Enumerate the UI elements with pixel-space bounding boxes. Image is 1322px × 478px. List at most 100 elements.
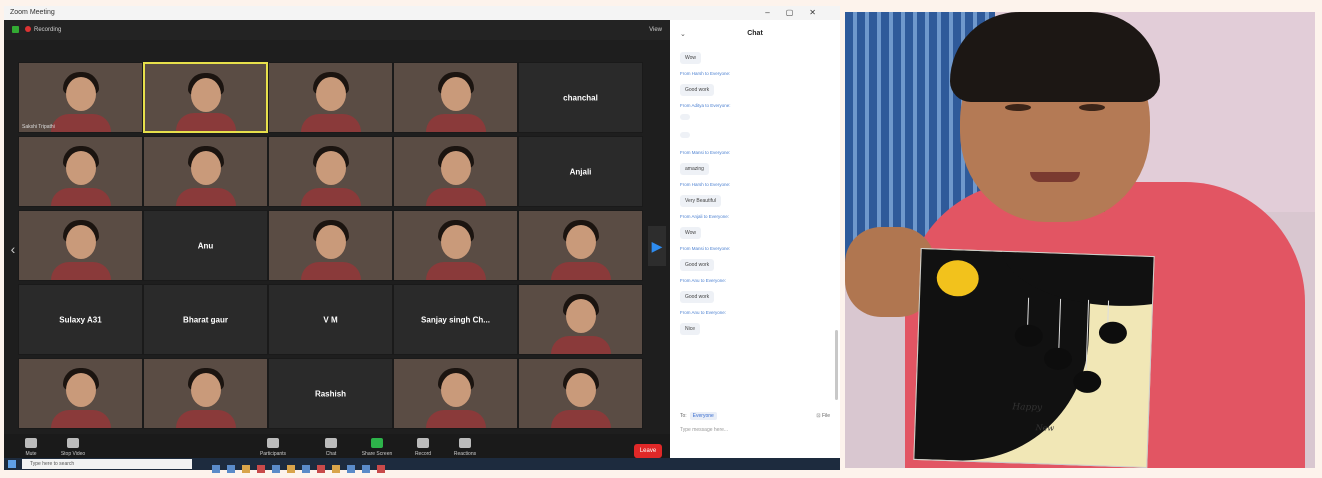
zoom-window: Zoom Meeting –▢✕ Recording View ‹ ▶ Saks… [4, 6, 840, 468]
participant-body [175, 188, 236, 206]
stop-video-label: Stop Video [60, 451, 86, 457]
participant-face [190, 151, 221, 185]
participant-tile[interactable] [143, 358, 268, 429]
chat-button[interactable]: Chat [312, 438, 350, 457]
participant-tile[interactable] [18, 358, 143, 429]
participant-tile[interactable]: chanchal [518, 62, 643, 133]
participant-tile[interactable]: Sakshi Tripathi [18, 62, 143, 133]
previous-page-arrow-icon[interactable]: ‹ [8, 234, 18, 264]
participant-tile[interactable]: Anu [143, 210, 268, 281]
chat-recipient[interactable]: To: Everyone [680, 412, 830, 420]
participant-gallery: Sakshi Tripathi chanchal Anjali Anu Sulaxy A… [18, 62, 646, 434]
participant-body [50, 188, 111, 206]
participant-tile[interactable] [268, 210, 393, 281]
file-button[interactable]: ⊡ File [816, 413, 830, 419]
participant-tile[interactable] [518, 358, 643, 429]
participant-tile[interactable]: Sanjay singh Ch... [393, 284, 518, 355]
participant-tile[interactable] [518, 284, 643, 355]
chat-bubble: Good work [680, 259, 715, 271]
microphone-icon [25, 438, 37, 448]
chat-message: From Mansi to Everyone: Good work [680, 246, 830, 274]
participant-body [550, 410, 611, 428]
participant-tile[interactable] [18, 210, 143, 281]
chat-sender: From Mansi to Everyone: [680, 246, 731, 251]
chat-message: From Mansi to Everyone: amazing [680, 150, 830, 178]
black-heart [1098, 321, 1128, 345]
participant-name: Rashish [314, 389, 347, 398]
chrome-icon[interactable] [377, 465, 385, 473]
participant-name: Sanjay singh Ch... [421, 315, 490, 324]
participant-tile[interactable] [393, 358, 518, 429]
stop-video-button[interactable]: Stop Video [54, 438, 92, 457]
left-eye [1005, 104, 1031, 111]
recipient-dropdown[interactable]: Everyone [689, 412, 717, 420]
participant-name: chanchal [563, 93, 598, 102]
mail-icon[interactable] [272, 465, 280, 473]
powerpoint-icon[interactable] [317, 465, 325, 473]
word-icon[interactable] [287, 465, 295, 473]
view-button[interactable]: View [649, 20, 662, 40]
participant-tile[interactable] [518, 210, 643, 281]
camera-icon [67, 438, 79, 448]
child-with-card-photo: Happy New [845, 12, 1315, 468]
participant-tile[interactable] [393, 62, 518, 133]
chat-bubble: Nice [680, 323, 701, 335]
leave-button[interactable]: Leave [634, 444, 662, 458]
black-heart [1072, 370, 1102, 394]
mute-button[interactable]: Mute [12, 438, 50, 457]
share-screen-button[interactable]: Share Screen [358, 438, 396, 457]
participant-tile[interactable]: Sulaxy A31 [18, 284, 143, 355]
participant-face [440, 373, 471, 407]
participant-tile[interactable]: Bharat gaur [143, 284, 268, 355]
pinned-apps [212, 460, 392, 478]
participant-body [300, 114, 361, 132]
participant-name: Anjali [569, 167, 592, 176]
zoom-app-icon[interactable] [347, 465, 355, 473]
task-view-icon[interactable] [212, 465, 220, 473]
participant-tile[interactable] [393, 136, 518, 207]
chat-scrollbar[interactable] [835, 330, 838, 400]
chat-message: From Aditya to Everyone: [680, 103, 830, 128]
file-explorer-icon[interactable] [242, 465, 250, 473]
participant-tile[interactable] [18, 136, 143, 207]
participant-tile[interactable]: Anjali [518, 136, 643, 207]
to-label: To: [680, 413, 687, 419]
participant-tile[interactable] [143, 136, 268, 207]
participant-face [440, 77, 471, 111]
shield-icon [12, 25, 19, 33]
chat-sender: From Anu to Everyone: [680, 278, 727, 283]
participant-face [190, 373, 221, 407]
participant-tile[interactable] [393, 210, 518, 281]
participant-face [65, 151, 96, 185]
chat-message: From Harsh to Everyone: Good work [680, 71, 830, 99]
participant-tile[interactable]: Rashish [268, 358, 393, 429]
meeting-topbar: Recording View [4, 20, 670, 40]
chat-icon [325, 438, 337, 448]
photos-icon[interactable] [362, 465, 370, 473]
participants-button[interactable]: Participants [254, 438, 292, 457]
record-button[interactable]: Record [404, 438, 442, 457]
participant-tile[interactable] [268, 136, 393, 207]
participants-icon [267, 438, 279, 448]
store-icon[interactable] [257, 465, 265, 473]
edge-icon[interactable] [227, 465, 235, 473]
participant-tile[interactable] [268, 62, 393, 133]
chat-message: From Harsh to Everyone: Very Beautiful [680, 182, 830, 210]
start-menu-icon[interactable] [8, 460, 16, 468]
share-screen-label: Share Screen [361, 451, 393, 457]
chat-message-input[interactable]: Type message here... [680, 427, 830, 433]
participant-tile[interactable] [143, 62, 268, 133]
excel-icon[interactable] [302, 465, 310, 473]
window-title: Zoom Meeting [10, 9, 55, 16]
reactions-button[interactable]: Reactions [446, 438, 484, 457]
participant-face [315, 77, 346, 111]
window-controls[interactable]: –▢✕ [765, 6, 832, 20]
recording-indicator[interactable]: Recording [12, 20, 61, 40]
participant-face [65, 373, 96, 407]
participant-name: Sulaxy A31 [59, 315, 102, 324]
mouth [1030, 172, 1080, 182]
taskbar-search-input[interactable]: Type here to search [22, 459, 192, 469]
next-page-arrow-icon[interactable]: ▶ [648, 226, 666, 266]
participant-tile[interactable]: V M [268, 284, 393, 355]
onenote-icon[interactable] [332, 465, 340, 473]
